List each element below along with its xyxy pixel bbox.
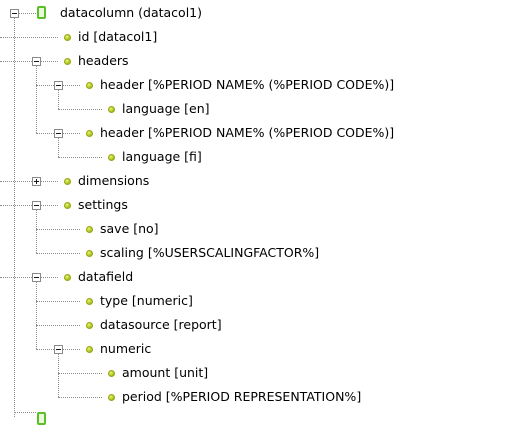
- xml-tree-view[interactable]: datacolumn (datacol1) id [datacol1] heade…: [0, 0, 524, 425]
- tree-node-label: numeric: [100, 341, 152, 356]
- tree-node-label: period [%PERIOD REPRESENTATION%]: [122, 389, 362, 404]
- tree-node-headers[interactable]: headers: [0, 49, 524, 73]
- tree-node-header1[interactable]: header [%PERIOD NAME% (%PERIOD CODE%)]: [0, 73, 524, 97]
- tree-node-label: datafield: [78, 269, 134, 284]
- tree-node-dimensions[interactable]: dimensions: [0, 169, 524, 193]
- tree-node-label: dimensions: [78, 173, 150, 188]
- tree-connector: [14, 412, 36, 413]
- tree-node-language1[interactable]: language [en]: [0, 97, 524, 121]
- tree-node-label: type [numeric]: [100, 293, 193, 308]
- tree-node-label: id [datacol1]: [78, 29, 158, 44]
- tree-node-label: language [en]: [122, 101, 210, 116]
- tree-node-label: header [%PERIOD NAME% (%PERIOD CODE%)]: [100, 77, 395, 92]
- tree-node-type[interactable]: type [numeric]: [0, 289, 524, 313]
- tree-node-scaling[interactable]: scaling [%USERSCALINGFACTOR%]: [0, 241, 524, 265]
- tree-node-header2[interactable]: header [%PERIOD NAME% (%PERIOD CODE%)]: [0, 121, 524, 145]
- tree-node-label: amount [unit]: [122, 365, 209, 380]
- tree-node-label: datacolumn (datacol1): [60, 5, 202, 20]
- tree-node-datafield[interactable]: datafield: [0, 265, 524, 289]
- tree-node-amount[interactable]: amount [unit]: [0, 361, 524, 385]
- tree-node-label: scaling [%USERSCALINGFACTOR%]: [100, 245, 320, 260]
- tree-node-language2[interactable]: language [fi]: [0, 145, 524, 169]
- tree-node-label: settings: [78, 197, 128, 212]
- tree-node-period[interactable]: period [%PERIOD REPRESENTATION%]: [0, 385, 524, 409]
- tree-node-label: header [%PERIOD NAME% (%PERIOD CODE%)]: [100, 125, 395, 140]
- tree-node-numeric[interactable]: numeric: [0, 337, 524, 361]
- tree-node-settings[interactable]: settings: [0, 193, 524, 217]
- tree-node-id[interactable]: id [datacol1]: [0, 25, 524, 49]
- datacolumn-node-icon: [37, 412, 46, 425]
- tree-node-label: language [fi]: [122, 149, 202, 164]
- tree-node-label: datasource [report]: [100, 317, 222, 332]
- tree-node-save[interactable]: save [no]: [0, 217, 524, 241]
- tree-node-datasource[interactable]: datasource [report]: [0, 313, 524, 337]
- tree-node-label: headers: [78, 53, 129, 68]
- tree-node-label: save [no]: [100, 221, 159, 236]
- tree-node-datacolumn[interactable]: datacolumn (datacol1): [0, 1, 524, 25]
